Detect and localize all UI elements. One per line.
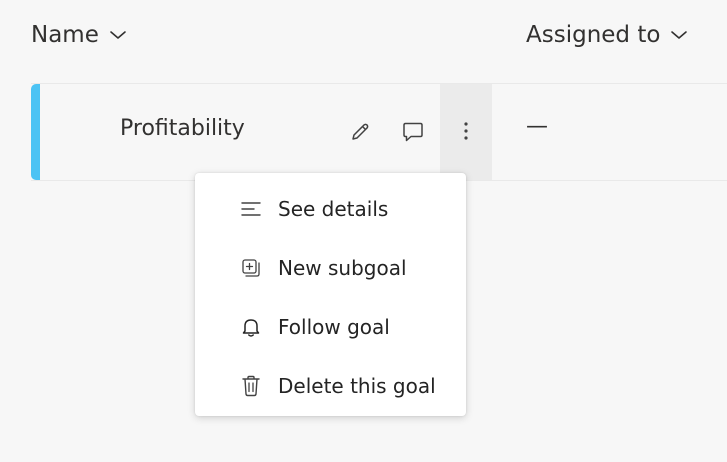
- comment-icon[interactable]: [398, 117, 428, 147]
- goal-context-menu: See details New subgoal Follow goal Dele…: [195, 173, 466, 416]
- menu-item-label: See details: [278, 196, 389, 221]
- menu-item-label: Delete this goal: [278, 373, 436, 398]
- more-options-button[interactable]: [440, 84, 492, 180]
- column-header-name[interactable]: Name: [31, 18, 127, 52]
- trash-icon: [239, 374, 263, 398]
- goal-status-accent: [31, 84, 40, 180]
- menu-item-delete-goal[interactable]: Delete this goal: [195, 356, 466, 415]
- menu-item-follow-goal[interactable]: Follow goal: [195, 297, 466, 356]
- column-header-assigned-to-label: Assigned to: [526, 22, 661, 48]
- details-lines-icon: [239, 197, 263, 221]
- chevron-down-icon: [109, 29, 127, 41]
- goal-name[interactable]: Profitability: [120, 116, 245, 141]
- add-subgoal-icon: [239, 256, 263, 280]
- menu-item-new-subgoal[interactable]: New subgoal: [195, 238, 466, 297]
- column-header-name-label: Name: [31, 22, 99, 48]
- pencil-icon[interactable]: [345, 117, 375, 147]
- column-header-assigned-to[interactable]: Assigned to: [526, 18, 688, 52]
- menu-item-label: Follow goal: [278, 314, 390, 339]
- assigned-to-value: —: [526, 114, 548, 139]
- menu-item-see-details[interactable]: See details: [195, 179, 466, 238]
- bell-icon: [239, 315, 263, 339]
- goal-row[interactable]: Profitability —: [31, 83, 727, 181]
- chevron-down-icon: [670, 29, 688, 41]
- menu-item-label: New subgoal: [278, 255, 407, 280]
- more-vertical-icon: [464, 122, 468, 140]
